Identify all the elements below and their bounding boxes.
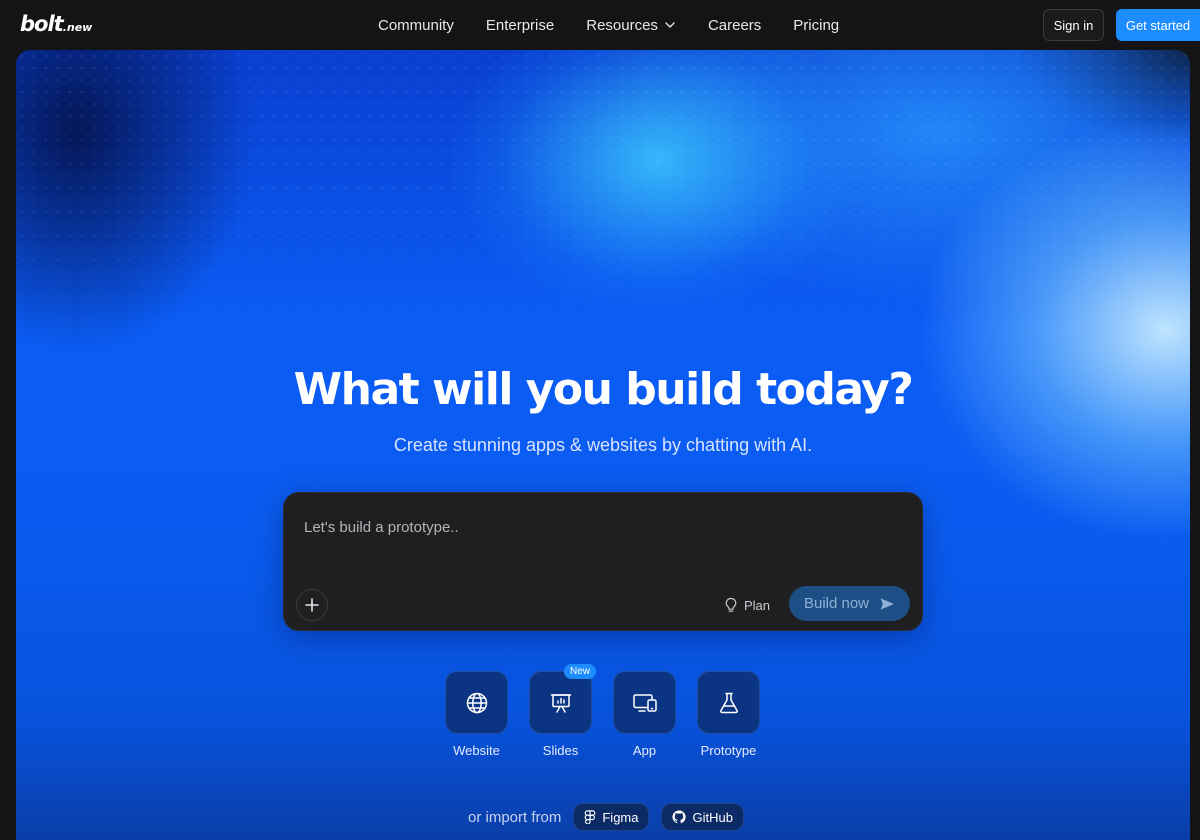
quick-start-slides[interactable]: New Slides — [529, 664, 597, 758]
github-icon — [672, 810, 687, 824]
nav-link-label: Careers — [707, 16, 762, 34]
nav-link-label: Pricing — [793, 16, 840, 34]
plus-icon — [305, 598, 319, 612]
tile-icon-box — [529, 671, 592, 734]
build-now-label: Build now — [803, 595, 870, 612]
quick-start-prototype[interactable]: Prototype — [697, 671, 760, 758]
tile-label: Slides — [542, 743, 579, 758]
nav-link-pricing[interactable]: Pricing — [793, 17, 839, 34]
hero-panel: What will you build today? Create stunni… — [16, 50, 1190, 840]
tile-icon-box — [697, 671, 760, 734]
nav-link-community[interactable]: Community — [378, 17, 454, 34]
build-now-button[interactable]: Build now — [789, 586, 910, 621]
presentation-icon — [550, 693, 571, 713]
main-nav: Community Enterprise Resources Careers P… — [378, 0, 839, 50]
nav-link-label: Resources — [586, 16, 658, 34]
nav-link-label: Community — [378, 16, 454, 34]
import-row: or import from Figma GitHub — [468, 803, 744, 831]
nav-link-careers[interactable]: Careers — [708, 17, 761, 34]
prompt-input[interactable] — [304, 515, 864, 539]
sign-in-button[interactable]: Sign in — [1043, 9, 1104, 41]
hero-subtitle: Create stunning apps & websites by chatt… — [393, 435, 813, 455]
tile-icon-box — [613, 671, 676, 734]
dot-grid-background — [16, 50, 1190, 380]
get-started-button[interactable]: Get started — [1116, 9, 1200, 41]
logo-main: bolt — [20, 12, 64, 36]
quick-start-tiles: Website New Slides App Prototype — [445, 664, 760, 758]
tile-icon-box — [445, 671, 508, 734]
flask-icon — [719, 692, 738, 713]
tile-label: App — [632, 743, 657, 758]
quick-start-website[interactable]: Website — [445, 671, 508, 758]
plan-button[interactable]: Plan — [724, 593, 770, 617]
prompt-box: Plan Build now — [283, 492, 923, 631]
tile-label: Prototype — [700, 743, 757, 758]
new-badge: New — [564, 664, 597, 679]
plan-label: Plan — [744, 597, 771, 613]
devices-icon — [632, 693, 657, 712]
lightbulb-icon — [725, 597, 737, 612]
import-text: or import from — [468, 808, 562, 826]
tile-label: Website — [453, 743, 500, 758]
nav-link-enterprise[interactable]: Enterprise — [486, 17, 554, 34]
top-nav: bolt.new Community Enterprise Resources … — [0, 0, 1200, 50]
chevron-down-icon — [665, 22, 675, 28]
send-icon — [880, 597, 895, 610]
globe-icon — [466, 692, 487, 713]
import-source-label: Figma — [602, 809, 639, 825]
attach-button[interactable] — [296, 589, 328, 621]
logo[interactable]: bolt.new — [20, 12, 92, 36]
figma-icon — [584, 810, 596, 824]
quick-start-app[interactable]: App — [613, 671, 676, 758]
import-github-button[interactable]: GitHub — [661, 803, 744, 831]
import-figma-button[interactable]: Figma — [573, 803, 650, 831]
nav-link-label: Enterprise — [485, 16, 555, 34]
nav-link-resources[interactable]: Resources — [586, 17, 676, 34]
import-source-label: GitHub — [692, 809, 733, 825]
logo-suffix: .new — [62, 21, 93, 34]
hero-title: What will you build today? — [293, 364, 914, 415]
